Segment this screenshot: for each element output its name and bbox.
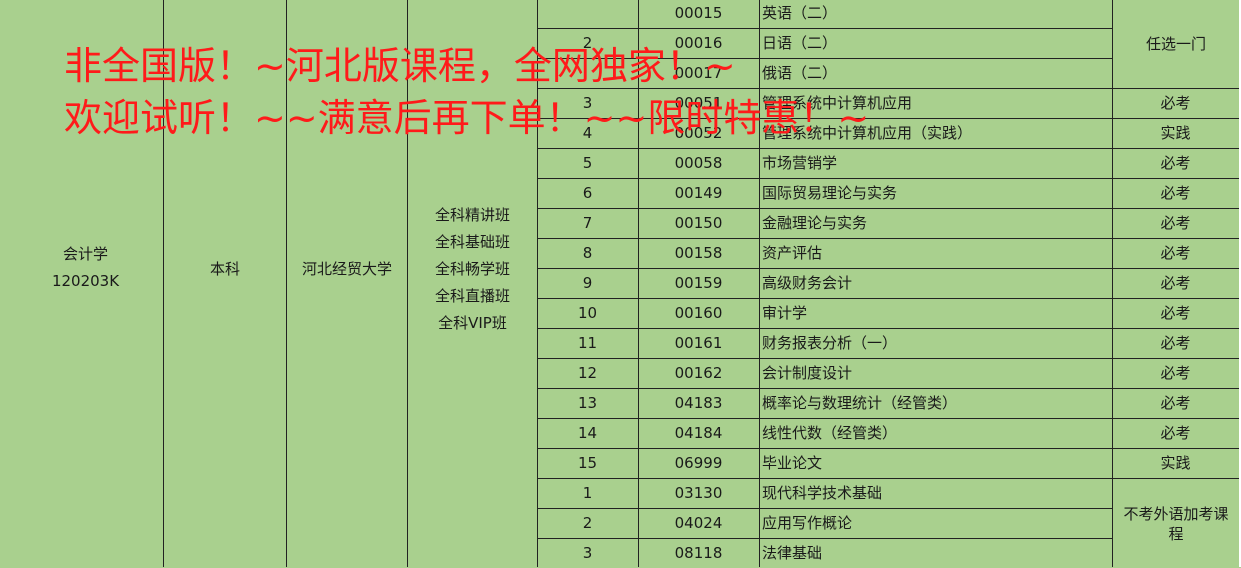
course-requirement[interactable]: 实践 <box>1112 448 1239 478</box>
class-item: 全科VIP班 <box>438 313 507 332</box>
course-name[interactable]: 现代科学技术基础 <box>762 478 1110 508</box>
course-requirement[interactable]: 必考 <box>1112 298 1239 328</box>
university-cell[interactable]: 河北经贸大学 <box>287 254 407 284</box>
course-code[interactable]: 04024 <box>638 508 759 538</box>
course-requirement[interactable]: 实践 <box>1112 118 1239 148</box>
class-item: 全科基础班 <box>434 232 510 251</box>
course-code[interactable]: 04184 <box>638 418 759 448</box>
course-code[interactable]: 00015 <box>638 0 759 28</box>
course-code[interactable]: 03130 <box>638 478 759 508</box>
course-name[interactable]: 概率论与数理统计（经管类） <box>762 388 1110 418</box>
promo-banner-line-2: 欢迎试听！~~满意后再下单！~~限时特惠！~ <box>64 96 870 140</box>
course-number[interactable]: 2 <box>537 508 638 538</box>
course-number[interactable]: 3 <box>537 538 638 568</box>
course-code[interactable]: 08118 <box>638 538 759 568</box>
course-code[interactable]: 00159 <box>638 268 759 298</box>
level-text: 本科 <box>209 259 240 278</box>
course-requirement[interactable]: 必考 <box>1112 358 1239 388</box>
course-requirement[interactable]: 必考 <box>1112 238 1239 268</box>
level-cell[interactable]: 本科 <box>164 254 286 284</box>
course-code[interactable]: 00158 <box>638 238 759 268</box>
course-number[interactable]: 10 <box>537 298 638 328</box>
major-name: 会计学 <box>62 245 108 263</box>
course-requirement[interactable]: 必考 <box>1112 88 1239 118</box>
course-name[interactable]: 法律基础 <box>762 538 1110 568</box>
course-name[interactable]: 市场营销学 <box>762 148 1110 178</box>
extra-note-line: 程 <box>1168 524 1184 543</box>
course-number[interactable] <box>537 0 638 28</box>
course-table: 会计学 120203K 本科 河北经贸大学 全科精讲班 全科基础班 全科畅学班 … <box>0 0 1241 567</box>
course-requirement[interactable]: 必考 <box>1112 148 1239 178</box>
course-name[interactable]: 国际贸易理论与实务 <box>762 178 1110 208</box>
course-code[interactable]: 06999 <box>638 448 759 478</box>
course-name[interactable]: 会计制度设计 <box>762 358 1110 388</box>
course-number[interactable]: 14 <box>537 418 638 448</box>
course-number[interactable]: 15 <box>537 448 638 478</box>
course-name[interactable]: 财务报表分析（一） <box>762 328 1110 358</box>
course-requirement[interactable]: 必考 <box>1112 388 1239 418</box>
major-code: 120203K <box>51 272 120 290</box>
university-text: 河北经贸大学 <box>301 259 392 278</box>
extra-note-line: 不考外语加考课 <box>1123 504 1229 523</box>
promo-banner-line-1: 非全国版！~河北版课程，全网独家！~ <box>64 44 736 88</box>
course-code[interactable]: 00161 <box>638 328 759 358</box>
course-code[interactable]: 00160 <box>638 298 759 328</box>
elective-note-cell[interactable]: 任选一门 <box>1113 0 1239 88</box>
course-requirement[interactable]: 必考 <box>1112 418 1239 448</box>
course-name[interactable]: 金融理论与实务 <box>762 208 1110 238</box>
extra-course-note-cell[interactable]: 不考外语加考课 程 <box>1113 480 1239 567</box>
class-item: 全科畅学班 <box>434 259 510 278</box>
course-name[interactable]: 日语（二） <box>762 28 1110 58</box>
course-name[interactable]: 毕业论文 <box>762 448 1110 478</box>
course-requirement[interactable]: 必考 <box>1112 328 1239 358</box>
course-code[interactable]: 04183 <box>638 388 759 418</box>
grid-line <box>759 0 760 567</box>
course-number[interactable]: 1 <box>537 478 638 508</box>
class-item: 全科精讲班 <box>434 205 510 224</box>
course-number[interactable]: 7 <box>537 208 638 238</box>
course-number[interactable]: 12 <box>537 358 638 388</box>
course-number[interactable]: 5 <box>537 148 638 178</box>
course-code[interactable]: 00149 <box>638 178 759 208</box>
course-number[interactable]: 6 <box>537 178 638 208</box>
course-number[interactable]: 11 <box>537 328 638 358</box>
course-number[interactable]: 9 <box>537 268 638 298</box>
class-list-cell[interactable]: 全科精讲班 全科基础班 全科畅学班 全科直播班 全科VIP班 <box>408 199 537 339</box>
course-code[interactable]: 00162 <box>638 358 759 388</box>
elective-note: 任选一门 <box>1145 34 1206 53</box>
course-name[interactable]: 线性代数（经管类） <box>762 418 1110 448</box>
class-item: 全科直播班 <box>434 286 510 305</box>
course-requirement[interactable]: 必考 <box>1112 208 1239 238</box>
course-name[interactable]: 应用写作概论 <box>762 508 1110 538</box>
course-name[interactable]: 高级财务会计 <box>762 268 1110 298</box>
course-name[interactable]: 英语（二） <box>762 0 1110 28</box>
course-requirement[interactable]: 必考 <box>1112 268 1239 298</box>
course-name[interactable]: 审计学 <box>762 298 1110 328</box>
course-number[interactable]: 8 <box>537 238 638 268</box>
course-code[interactable]: 00150 <box>638 208 759 238</box>
course-requirement[interactable]: 必考 <box>1112 178 1239 208</box>
course-number[interactable]: 13 <box>537 388 638 418</box>
course-name[interactable]: 资产评估 <box>762 238 1110 268</box>
course-name[interactable]: 俄语（二） <box>762 58 1110 88</box>
course-code[interactable]: 00058 <box>638 148 759 178</box>
major-cell[interactable]: 会计学 120203K <box>8 240 163 296</box>
